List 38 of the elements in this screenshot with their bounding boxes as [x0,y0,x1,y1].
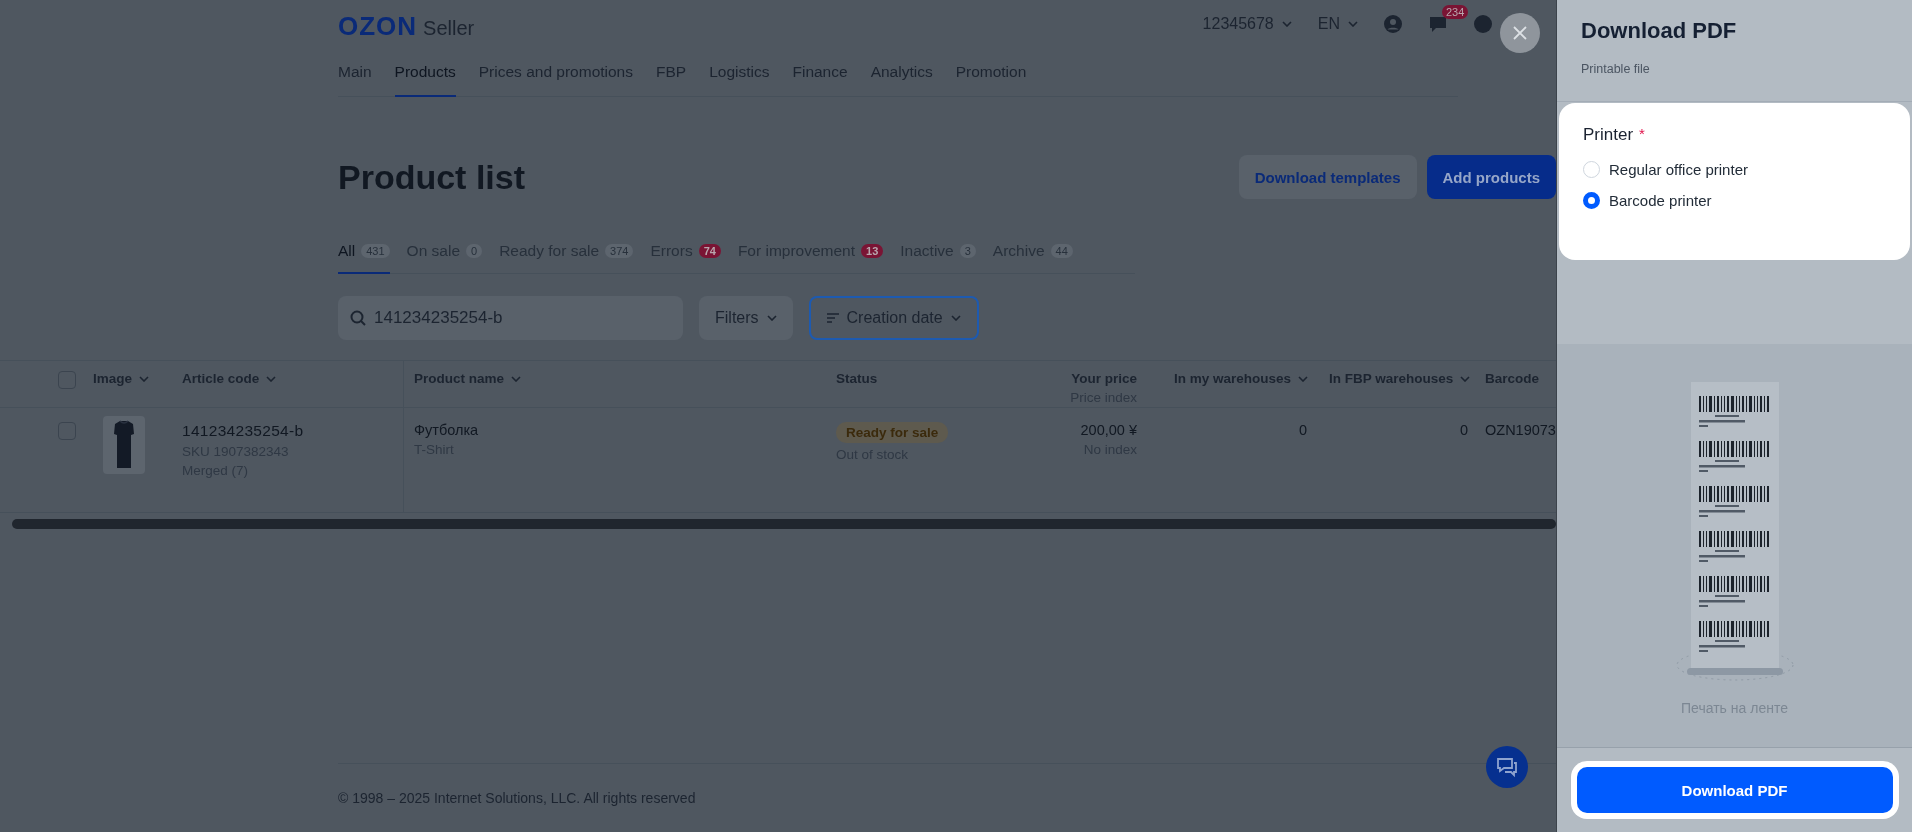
search-field[interactable]: 141234235254-b [338,296,683,340]
price: 200,00 ¥ [1080,422,1137,438]
chevron-down-icon [766,315,777,321]
logo: OZON [338,10,418,42]
filters-button[interactable]: Filters [699,296,793,340]
radio-option[interactable]: Regular office printer [1583,161,1886,178]
chevron-down-icon [950,315,961,321]
close-icon [1513,26,1527,40]
stock-count: 0 [1298,422,1307,438]
notification-badge: 234 [1442,5,1469,19]
stock-count: 0 [1459,422,1468,438]
messages-icon[interactable] [1428,15,1448,33]
panel-title: Download PDF [1581,18,1738,44]
chat-bubbles-icon [1495,756,1519,778]
chevron-down-icon [1348,21,1358,27]
panel-subtitle: Printable file [1581,62,1651,76]
nav-tab[interactable]: Products [394,48,456,97]
search-icon [350,310,366,326]
page-title: Product list [338,157,526,197]
chevron-down-icon [1298,375,1309,382]
barcode-text: OZN19073 [1485,422,1556,438]
chevron-down-icon [266,375,277,382]
status-badge: Ready for sale [836,422,949,443]
field-label: Printer [1583,125,1634,145]
download-button[interactable]: Download templates [1238,155,1417,199]
article-code: 141234235254-b [182,422,305,440]
chevron-down-icon [511,375,522,382]
user-icon[interactable] [1384,15,1402,33]
chevron-down-icon [1281,21,1292,27]
required-mark: * [1639,125,1645,144]
add-products-button[interactable]: Add products [1426,155,1556,199]
sort-icon [826,313,839,323]
radio-button[interactable] [1583,192,1600,209]
product-name: Футболка [414,422,480,438]
radio-option[interactable]: Barcode printer [1583,192,1886,209]
chevron-down-icon [1460,375,1471,382]
chevron-down-icon [139,375,150,382]
scrollbar[interactable] [12,519,1556,529]
